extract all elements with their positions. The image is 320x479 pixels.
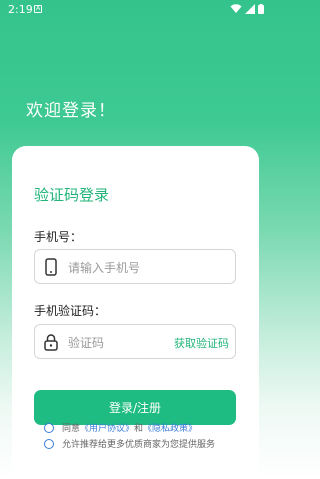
phone-icon	[45, 258, 57, 276]
battery-icon	[258, 4, 264, 14]
agreement-radio[interactable]	[44, 422, 54, 433]
agree-prefix: 同意	[62, 424, 81, 434]
user-agreement-link[interactable]: 《用户协议》	[80, 421, 134, 434]
phone-label: 手机号：	[34, 230, 83, 244]
phone-placeholder: 请输入手机号	[68, 261, 141, 275]
get-code-button[interactable]: 获取验证码	[174, 335, 229, 351]
recommend-row: 允许推荐给更多优质商家为您提供服务	[44, 437, 215, 450]
card-title: 验证码登录	[34, 186, 110, 204]
login-card: 验证码登录 手机号： 请输入手机号 手机验证码： 验证码 获取验证码 登录/注册…	[12, 146, 259, 479]
welcome-heading: 欢迎登录！	[26, 101, 116, 121]
status-time: 2:19	[8, 3, 33, 16]
agreement-row: 同意 《用户协议》 和 《隐私政策》	[44, 421, 197, 434]
recommend-text: 允许推荐给更多优质商家为您提供服务	[62, 440, 216, 450]
code-input[interactable]: 验证码 获取验证码	[34, 324, 236, 359]
lock-icon	[44, 334, 58, 351]
signal-icon	[245, 4, 255, 14]
agree-and: 和	[134, 424, 144, 434]
status-bar: 2:19 A	[0, 0, 270, 22]
recommend-radio[interactable]	[44, 438, 54, 449]
code-label: 手机验证码：	[34, 304, 107, 318]
status-icons	[230, 4, 264, 14]
login-register-button[interactable]: 登录/注册	[34, 390, 236, 425]
phone-input[interactable]: 请输入手机号	[34, 249, 236, 284]
notification-icon: A	[34, 5, 42, 13]
privacy-policy-link[interactable]: 《隐私政策》	[143, 421, 197, 434]
code-placeholder: 验证码	[68, 336, 105, 350]
wifi-icon	[230, 4, 242, 13]
